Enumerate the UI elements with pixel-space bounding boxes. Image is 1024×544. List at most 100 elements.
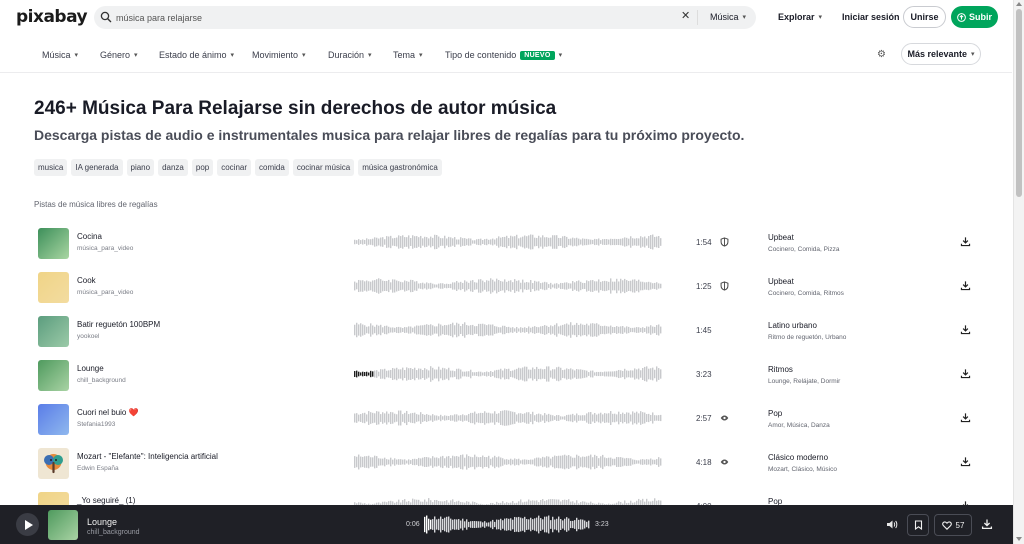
pixabay-logo[interactable]: pixabay <box>16 7 88 27</box>
download-icon[interactable] <box>960 280 971 291</box>
player-track-title[interactable]: Lounge <box>87 517 117 527</box>
login-link[interactable]: Iniciar sesión <box>842 12 900 22</box>
scroll-up-icon[interactable] <box>1016 2 1022 6</box>
clear-search-icon[interactable]: ✕ <box>681 11 690 22</box>
tag-chip[interactable]: musica <box>34 159 68 176</box>
eye-icon <box>720 459 729 465</box>
waveform-bar <box>570 368 572 380</box>
track-artist[interactable]: música_para_video <box>77 289 133 296</box>
explore-menu[interactable]: Explorar ▾ <box>778 12 822 22</box>
track-title[interactable]: Lounge <box>77 364 104 373</box>
download-icon[interactable] <box>960 412 971 423</box>
like-button[interactable]: 57 <box>934 514 972 536</box>
download-icon[interactable] <box>981 518 993 530</box>
tag-chip[interactable]: cocinar <box>217 159 252 176</box>
waveform-bar <box>556 415 558 421</box>
filter-theme[interactable]: Tema ▾ <box>393 50 423 60</box>
track-genre[interactable]: Upbeat <box>768 277 794 286</box>
waveform-bar <box>526 412 528 424</box>
waveform-bar <box>438 458 440 466</box>
track-title[interactable]: _Yo seguiré_ (1) <box>77 496 135 505</box>
player-waveform[interactable] <box>424 514 590 535</box>
track-row[interactable]: Cook música_para_video 1:25 Upbeat Cocin… <box>0 264 1012 308</box>
download-icon[interactable] <box>960 368 971 379</box>
track-artist[interactable]: yookoel <box>77 333 99 340</box>
track-waveform[interactable] <box>354 365 662 383</box>
waveform-bar <box>528 369 530 379</box>
filter-mood[interactable]: Estado de ánimo ▾ <box>159 50 234 60</box>
sort-select[interactable]: Más relevante ▾ <box>901 43 981 65</box>
download-icon[interactable] <box>960 236 971 247</box>
filter-content-type[interactable]: Tipo de contenido NUEVO ▾ <box>445 50 562 60</box>
volume-icon[interactable] <box>886 519 898 530</box>
download-icon[interactable] <box>960 456 971 467</box>
track-row[interactable]: Mozart - "Elefante": Inteligencia artifi… <box>0 440 1012 484</box>
track-thumbnail[interactable] <box>38 316 69 347</box>
track-genre[interactable]: Ritmos <box>768 365 793 374</box>
filter-music[interactable]: Música ▾ <box>42 50 78 60</box>
track-genre[interactable]: Upbeat <box>768 233 794 242</box>
tag-chip[interactable]: cocinar música <box>292 159 355 176</box>
filter-movement[interactable]: Movimiento ▾ <box>252 50 306 60</box>
track-waveform[interactable] <box>354 277 662 295</box>
track-thumbnail[interactable] <box>38 228 69 259</box>
track-waveform[interactable] <box>354 409 662 427</box>
track-row[interactable]: Batir reguetón 100BPM yookoel 1:45 Latin… <box>0 308 1012 352</box>
track-title[interactable]: Batir reguetón 100BPM <box>77 320 160 329</box>
track-artist[interactable]: Stefania1993 <box>77 421 115 428</box>
tag-chip[interactable]: comida <box>255 159 289 176</box>
tag-chip[interactable]: IA generada <box>71 159 123 176</box>
waveform-bar <box>400 369 402 379</box>
track-title[interactable]: Cook <box>77 276 96 285</box>
tag-chip[interactable]: danza <box>158 159 188 176</box>
track-title[interactable]: Cuori nel buio ❤️ <box>77 408 139 417</box>
track-thumbnail[interactable] <box>38 404 69 435</box>
page-scrollbar[interactable] <box>1013 0 1024 544</box>
track-row[interactable]: Lounge chill_background 3:23 Ritmos Loun… <box>0 352 1012 396</box>
scroll-down-icon[interactable] <box>1016 537 1022 541</box>
search-type-select[interactable]: Música ▾ <box>710 12 746 22</box>
waveform-bar <box>632 327 634 333</box>
waveform-bar <box>458 415 460 421</box>
player-track-artist[interactable]: chill_background <box>87 529 140 536</box>
tag-chip[interactable]: música gastronómica <box>358 159 442 176</box>
waveform-bar <box>424 457 426 467</box>
track-artist[interactable]: Edwin España <box>77 465 119 472</box>
track-waveform[interactable] <box>354 321 662 339</box>
filter-genre[interactable]: Género ▾ <box>100 50 138 60</box>
track-genre[interactable]: Clásico moderno <box>768 453 828 462</box>
search-input[interactable] <box>116 9 656 26</box>
filter-duration[interactable]: Duración ▾ <box>328 50 372 60</box>
track-thumbnail[interactable] <box>38 360 69 391</box>
waveform-bar <box>376 279 378 293</box>
track-artist[interactable]: chill_background <box>77 377 126 384</box>
track-title[interactable]: Cocina <box>77 232 102 241</box>
waveform-bar <box>480 323 482 337</box>
track-title[interactable]: Mozart - "Elefante": Inteligencia artifi… <box>77 452 218 461</box>
track-thumbnail[interactable] <box>38 448 69 479</box>
track-artist[interactable]: música_para_video <box>77 245 133 252</box>
track-row[interactable]: Cuori nel buio ❤️ Stefania1993 2:57 Pop … <box>0 396 1012 440</box>
bookmark-button[interactable] <box>907 514 929 536</box>
track-genre[interactable]: Latino urbano <box>768 321 817 330</box>
waveform-bar <box>388 279 390 293</box>
upload-label: Subir <box>968 12 992 22</box>
download-icon[interactable] <box>960 324 971 335</box>
track-thumbnail[interactable] <box>38 272 69 303</box>
track-waveform[interactable] <box>354 233 662 251</box>
track-row[interactable]: Cocina música_para_video 1:54 Upbeat Coc… <box>0 220 1012 264</box>
gear-icon[interactable]: ⚙ <box>877 49 886 60</box>
waveform-bar <box>406 460 408 464</box>
play-button[interactable] <box>16 513 39 536</box>
scrollbar-thumb[interactable] <box>1016 9 1022 197</box>
track-genre[interactable]: Pop <box>768 409 782 418</box>
tag-chip[interactable]: piano <box>126 159 155 176</box>
waveform-bar <box>620 414 622 422</box>
track-waveform[interactable] <box>354 453 662 471</box>
upload-button[interactable]: Subir <box>951 6 998 28</box>
join-button[interactable]: Unirse <box>903 6 946 28</box>
filter-label: Tipo de contenido <box>445 50 517 60</box>
waveform-bar <box>382 412 384 424</box>
tag-chip[interactable]: pop <box>191 159 214 176</box>
waveform-bar <box>544 516 546 533</box>
